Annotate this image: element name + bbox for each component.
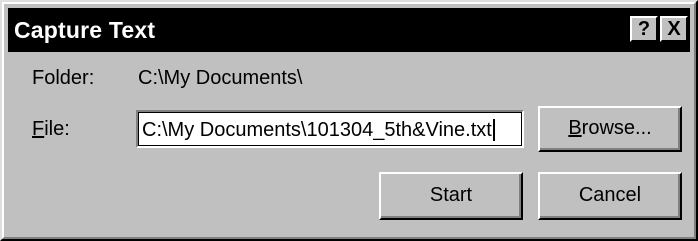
close-icon: X bbox=[667, 18, 681, 40]
start-button[interactable]: Start bbox=[379, 172, 523, 220]
cancel-button[interactable]: Cancel bbox=[538, 172, 682, 220]
text-caret bbox=[492, 119, 495, 141]
file-label-mnemonic: F bbox=[32, 118, 45, 140]
file-path-input[interactable]: C:\My Documents\101304_5th&Vine.txt bbox=[136, 110, 524, 148]
help-button[interactable]: ? bbox=[630, 16, 658, 42]
file-path-text: C:\My Documents\101304_5th&Vine.txt bbox=[142, 119, 492, 141]
file-label-rest: ile: bbox=[44, 118, 70, 140]
cancel-label: Cancel bbox=[578, 184, 642, 206]
capture-text-dialog: Capture Text ? X Folder: C:\My Documents… bbox=[0, 0, 698, 241]
folder-label: Folder: bbox=[32, 67, 95, 89]
browse-mnemonic: B bbox=[568, 117, 582, 139]
file-label: File: bbox=[32, 118, 70, 141]
start-label: Start bbox=[429, 184, 473, 206]
browse-button[interactable]: Browse... bbox=[538, 106, 682, 152]
window-title: Capture Text bbox=[14, 17, 156, 43]
close-button[interactable]: X bbox=[660, 16, 688, 42]
help-icon: ? bbox=[637, 18, 651, 40]
browse-label-rest: rowse... bbox=[581, 117, 652, 139]
folder-path-value: C:\My Documents\ bbox=[138, 67, 303, 89]
title-bar: Capture Text ? X bbox=[8, 8, 690, 52]
